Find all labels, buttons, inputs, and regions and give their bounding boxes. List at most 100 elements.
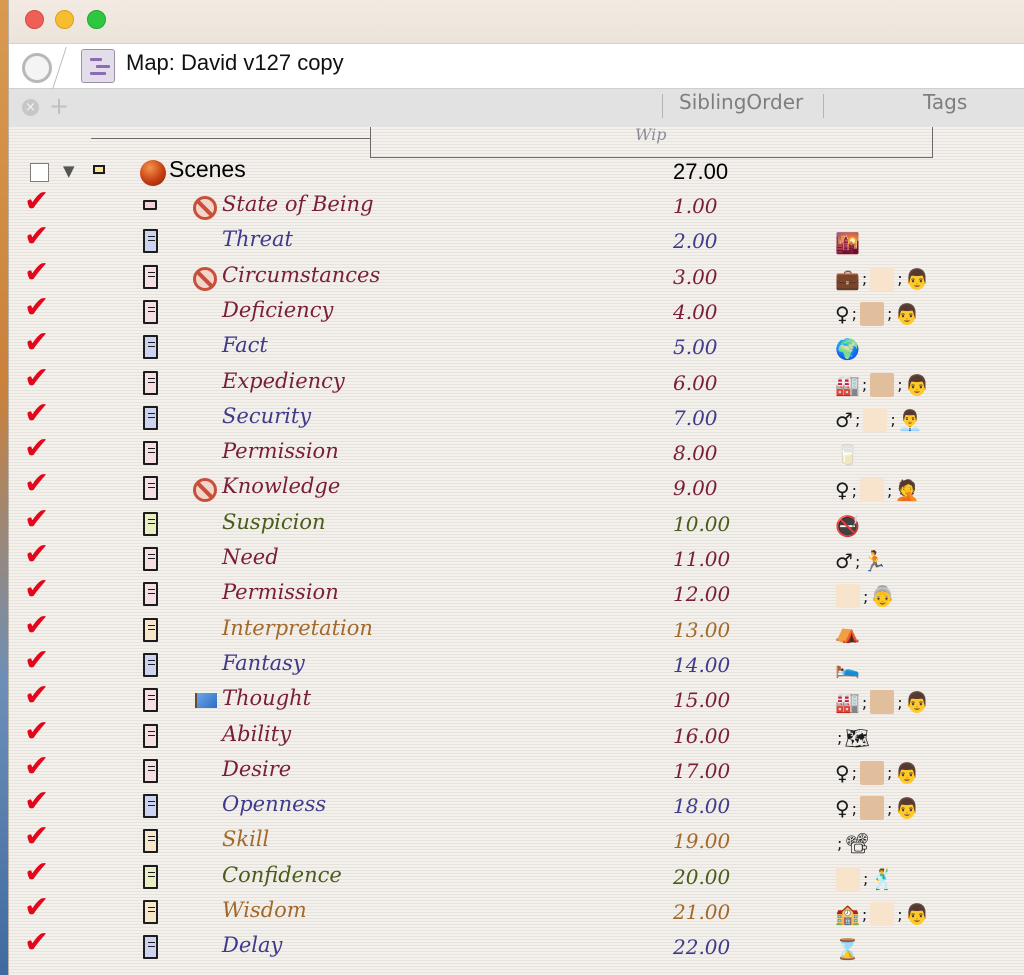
tags-cell[interactable]: 💼;; 👨 <box>835 265 930 293</box>
note-name[interactable]: Thought <box>222 686 311 710</box>
minimize-window-button[interactable] <box>55 10 74 29</box>
outline-row[interactable]: ✔ Interpretation 13.00 ⛺ <box>9 610 1024 650</box>
outline-row[interactable]: ✔ Thought 15.00 🏭;; 👨 <box>9 681 1024 720</box>
outline-row[interactable]: ✔ Permission 12.00; 👵 <box>9 575 1024 614</box>
note-name[interactable]: Ability <box>222 722 291 746</box>
outline-row[interactable]: ✔ Deficiency 4.00 ♀;; 👨 <box>9 292 1024 332</box>
note-name[interactable]: Threat <box>222 227 293 251</box>
checked-checkbox-icon[interactable]: ✔ <box>24 257 49 288</box>
checked-checkbox-icon[interactable]: ✔ <box>24 363 49 394</box>
tags-cell[interactable]: 🏭;; 👨 <box>835 688 930 716</box>
close-window-button[interactable] <box>25 10 44 29</box>
note-name[interactable]: Scenes <box>169 156 246 183</box>
checked-checkbox-icon[interactable]: ✔ <box>24 681 49 711</box>
checked-checkbox-icon[interactable]: ✔ <box>24 434 49 464</box>
tags-cell[interactable]: ♂; 🏃 <box>835 547 887 575</box>
note-name[interactable]: Deficiency <box>222 298 333 322</box>
note-name[interactable]: Security <box>222 404 311 428</box>
outline-row[interactable]: ✔ Skill 19.00; 📽 <box>9 822 1024 861</box>
disclosure-triangle-icon[interactable]: ▼ <box>63 162 75 180</box>
tags-cell[interactable]: 🌍 <box>835 335 860 363</box>
outline-row[interactable]: ✔ Fact 5.00 🌍 <box>9 328 1024 367</box>
checked-checkbox-icon[interactable]: ✔ <box>24 857 49 888</box>
outline-row[interactable]: ✔ Delay 22.00 ⌛ <box>9 928 1024 967</box>
checked-checkbox-icon[interactable]: ✔ <box>24 645 49 676</box>
tab-title[interactable]: Map: David v127 copy <box>126 50 344 76</box>
column-header-siblingorder[interactable]: SiblingOrder <box>679 90 803 114</box>
checked-checkbox-icon[interactable]: ✔ <box>24 292 49 323</box>
tags-cell[interactable]: ; 👵 <box>835 582 895 610</box>
tags-cell[interactable]: ⛺ <box>835 618 860 646</box>
outline-row[interactable]: ✔ Threat 2.00 🌇 <box>9 222 1024 261</box>
checked-checkbox-icon[interactable]: ✔ <box>24 716 49 747</box>
tags-cell[interactable]: ♀;; 👨 <box>835 300 919 328</box>
note-name[interactable]: Permission <box>222 439 339 463</box>
note-name[interactable]: Suspicion <box>222 510 326 534</box>
checked-checkbox-icon[interactable]: ✔ <box>24 787 49 817</box>
checked-checkbox-icon[interactable]: ✔ <box>24 398 49 429</box>
note-name[interactable]: Expediency <box>222 369 345 393</box>
tags-cell[interactable]: 🛌 <box>835 653 860 681</box>
checked-checkbox-icon[interactable]: ✔ <box>24 222 49 252</box>
note-name[interactable]: Interpretation <box>222 616 373 640</box>
note-name[interactable]: Circumstances <box>222 263 380 287</box>
outline-row[interactable]: ✔ Security 7.00 ♂;; 👨‍💼 <box>9 398 1024 438</box>
checked-checkbox-icon[interactable]: ✔ <box>24 540 49 570</box>
checked-checkbox-icon[interactable]: ✔ <box>24 328 49 358</box>
note-name[interactable]: Fact <box>222 333 268 357</box>
tags-cell[interactable]: ♀;; 👨 <box>835 794 919 822</box>
outline-row[interactable]: ✔ Need 11.00 ♂; 🏃 <box>9 540 1024 579</box>
checked-checkbox-icon[interactable]: ✔ <box>24 751 49 782</box>
outline-row[interactable]: ✔ Permission 8.00 🥛 <box>9 434 1024 473</box>
note-name[interactable]: Wisdom <box>222 898 307 922</box>
outline-row-root[interactable]: ▼ Scenes 27.00 <box>9 156 1024 191</box>
tags-cell[interactable]: ♀;; 🤦 <box>835 476 919 504</box>
outline-row[interactable]: ✔ Circumstances 3.00 💼;; 👨 <box>9 257 1024 297</box>
note-name[interactable]: State of Being <box>222 192 374 216</box>
tags-cell[interactable]: ; 🕺 <box>835 865 895 893</box>
tags-cell[interactable]: 🏫;; 👨 <box>835 900 930 928</box>
tab-selector-icon[interactable] <box>22 53 52 83</box>
tags-cell[interactable]: ; 🗺 <box>835 724 870 752</box>
tags-cell[interactable]: ♂;; 👨‍💼 <box>835 406 923 434</box>
outline-row[interactable]: ✔ State of Being 1.00 <box>9 187 1024 226</box>
add-icon[interactable]: + <box>49 92 69 120</box>
note-name[interactable]: Need <box>222 545 279 569</box>
checked-checkbox-icon[interactable]: ✔ <box>24 469 49 499</box>
outline-view[interactable]: Wip ▼ Scenes 27.00 ✔ State of Being 1.00 ✔ T… <box>9 125 1024 975</box>
checkbox[interactable] <box>30 163 49 182</box>
note-name[interactable]: Fantasy <box>222 651 305 675</box>
outline-row[interactable]: ✔ Suspicion 10.00 🚭 <box>9 504 1024 544</box>
outline-row[interactable]: ✔ Ability 16.00; 🗺 <box>9 716 1024 756</box>
checked-checkbox-icon[interactable]: ✔ <box>24 575 49 605</box>
column-separator[interactable] <box>823 94 824 118</box>
checked-checkbox-icon[interactable]: ✔ <box>24 822 49 852</box>
column-header-tags[interactable]: Tags <box>923 90 967 114</box>
note-name[interactable]: Skill <box>222 827 269 851</box>
outline-row[interactable]: ✔ Expediency 6.00 🏭;; 👨 <box>9 363 1024 403</box>
note-name[interactable]: Desire <box>222 757 291 781</box>
note-name[interactable]: Confidence <box>222 863 342 887</box>
outline-row[interactable]: ✔ Knowledge 9.00 ♀;; 🤦 <box>9 469 1024 508</box>
tags-cell[interactable]: 🥛 <box>835 441 860 469</box>
tags-cell[interactable]: 🏭;; 👨 <box>835 371 930 399</box>
note-name[interactable]: Openness <box>222 792 326 816</box>
checked-checkbox-icon[interactable]: ✔ <box>24 610 49 641</box>
outline-row[interactable]: ✔ Openness 18.00 ♀;; 👨 <box>9 787 1024 826</box>
note-name[interactable]: Permission <box>222 580 339 604</box>
tags-cell[interactable]: 🌇 <box>835 229 860 257</box>
note-name[interactable]: Knowledge <box>222 474 340 498</box>
tags-cell[interactable]: ⌛ <box>835 935 860 963</box>
tags-cell[interactable]: ; 📽 <box>835 829 870 857</box>
note-name[interactable]: Delay <box>222 933 282 957</box>
window-titlebar[interactable] <box>9 0 1024 43</box>
tags-cell[interactable]: ♀;; 👨 <box>835 759 919 787</box>
close-icon[interactable]: × <box>22 99 39 116</box>
checked-checkbox-icon[interactable]: ✔ <box>24 893 49 923</box>
zoom-window-button[interactable] <box>87 10 106 29</box>
column-separator[interactable] <box>662 94 663 118</box>
outline-row[interactable]: ✔ Wisdom 21.00 🏫;; 👨 <box>9 893 1024 932</box>
checked-checkbox-icon[interactable]: ✔ <box>24 504 49 535</box>
outline-row[interactable]: ✔ Fantasy 14.00 🛌 <box>9 645 1024 685</box>
tags-cell[interactable]: 🚭 <box>835 512 860 540</box>
